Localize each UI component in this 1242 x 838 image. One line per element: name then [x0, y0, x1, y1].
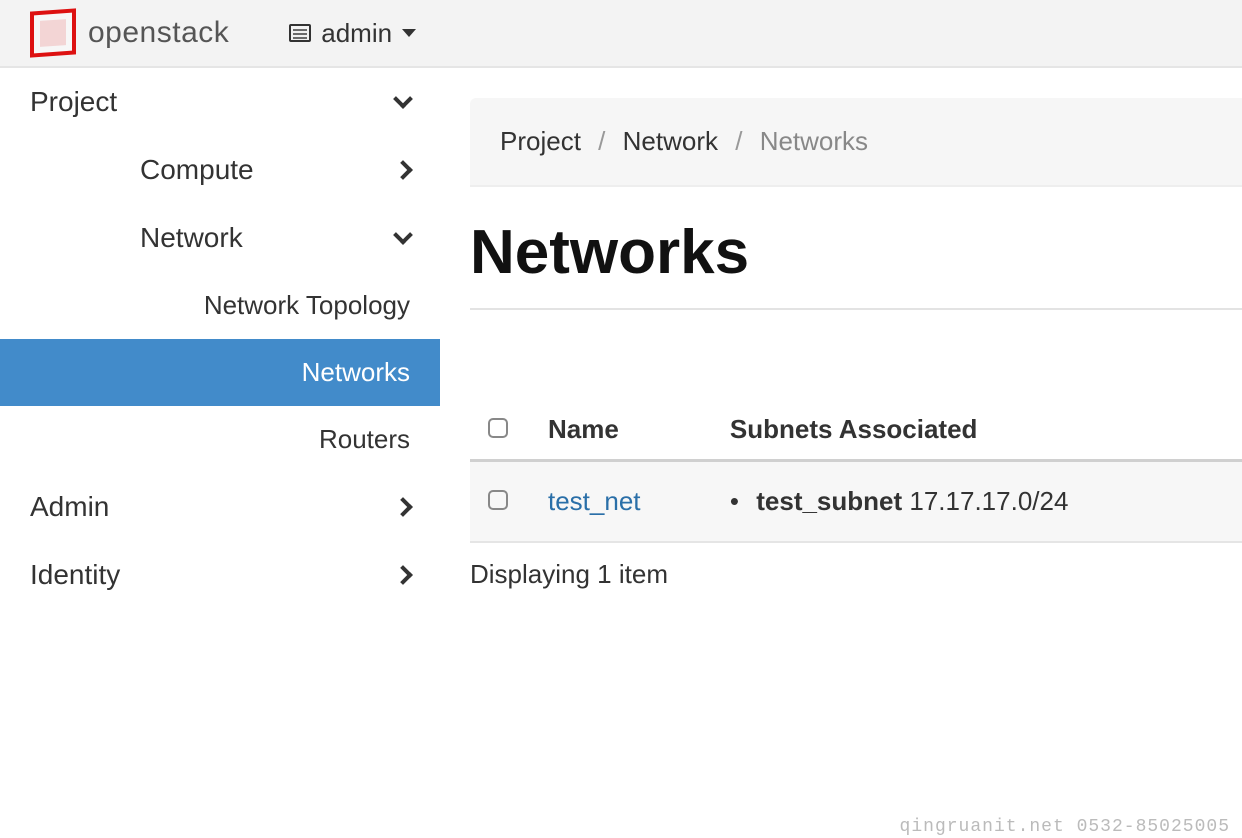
chevron-down-icon — [393, 89, 413, 109]
sidebar-item-routers[interactable]: Routers — [0, 406, 440, 473]
sidebar-item-networks[interactable]: Networks — [0, 339, 440, 406]
divider — [470, 308, 1242, 310]
openstack-logo-icon — [30, 8, 76, 57]
network-name-link[interactable]: test_net — [548, 486, 641, 516]
sidebar-label: Compute — [140, 154, 254, 186]
sidebar-label: Networks — [302, 357, 410, 388]
breadcrumb-sep: / — [598, 126, 605, 156]
row-checkbox[interactable] — [488, 490, 508, 510]
sidebar: Project Compute Network Network Topology… — [0, 68, 440, 630]
networks-table: Name Subnets Associated test_net • test_… — [470, 400, 1242, 543]
sidebar-item-identity[interactable]: Identity — [0, 541, 440, 609]
sidebar-label: Network Topology — [204, 290, 410, 321]
sidebar-label: Routers — [319, 424, 410, 455]
watermark: qingruanit.net 0532-85025005 — [900, 817, 1230, 837]
sidebar-label: Identity — [30, 559, 120, 591]
sidebar-label: Network — [140, 222, 243, 254]
select-all-checkbox[interactable] — [488, 418, 508, 438]
list-icon — [289, 24, 311, 42]
chevron-down-icon — [393, 225, 413, 245]
caret-down-icon — [402, 29, 416, 37]
sidebar-item-network-topology[interactable]: Network Topology — [0, 272, 440, 339]
chevron-right-icon — [393, 565, 413, 585]
column-subnets[interactable]: Subnets Associated — [712, 400, 1242, 461]
project-switcher-label: admin — [321, 18, 392, 49]
project-switcher[interactable]: admin — [289, 18, 416, 49]
sidebar-item-compute[interactable]: Compute — [0, 136, 440, 204]
breadcrumb-current: Networks — [760, 126, 868, 156]
sidebar-item-network[interactable]: Network — [0, 204, 440, 272]
breadcrumb: Project / Network / Networks — [470, 98, 1242, 187]
sidebar-label: Admin — [30, 491, 109, 523]
table-row: test_net • test_subnet 17.17.17.0/24 — [470, 461, 1242, 543]
breadcrumb-item[interactable]: Project — [500, 126, 581, 156]
bullet-icon: • — [730, 486, 739, 516]
breadcrumb-item[interactable]: Network — [623, 126, 718, 156]
subnet-cidr: 17.17.17.0/24 — [909, 486, 1068, 516]
column-name[interactable]: Name — [530, 400, 712, 461]
sidebar-item-admin[interactable]: Admin — [0, 473, 440, 541]
chevron-right-icon — [393, 497, 413, 517]
brand-text: openstack — [88, 16, 229, 50]
main-content: Project / Network / Networks Networks Na… — [440, 68, 1242, 630]
sidebar-item-project[interactable]: Project — [0, 68, 440, 136]
page-title: Networks — [470, 217, 1242, 288]
subnet-name: test_subnet — [756, 486, 902, 516]
breadcrumb-sep: / — [735, 126, 742, 156]
topbar: openstack admin — [0, 0, 1242, 68]
chevron-right-icon — [393, 160, 413, 180]
sidebar-label: Project — [30, 86, 117, 118]
table-footer: Displaying 1 item — [470, 559, 1242, 590]
brand[interactable]: openstack — [30, 10, 229, 56]
